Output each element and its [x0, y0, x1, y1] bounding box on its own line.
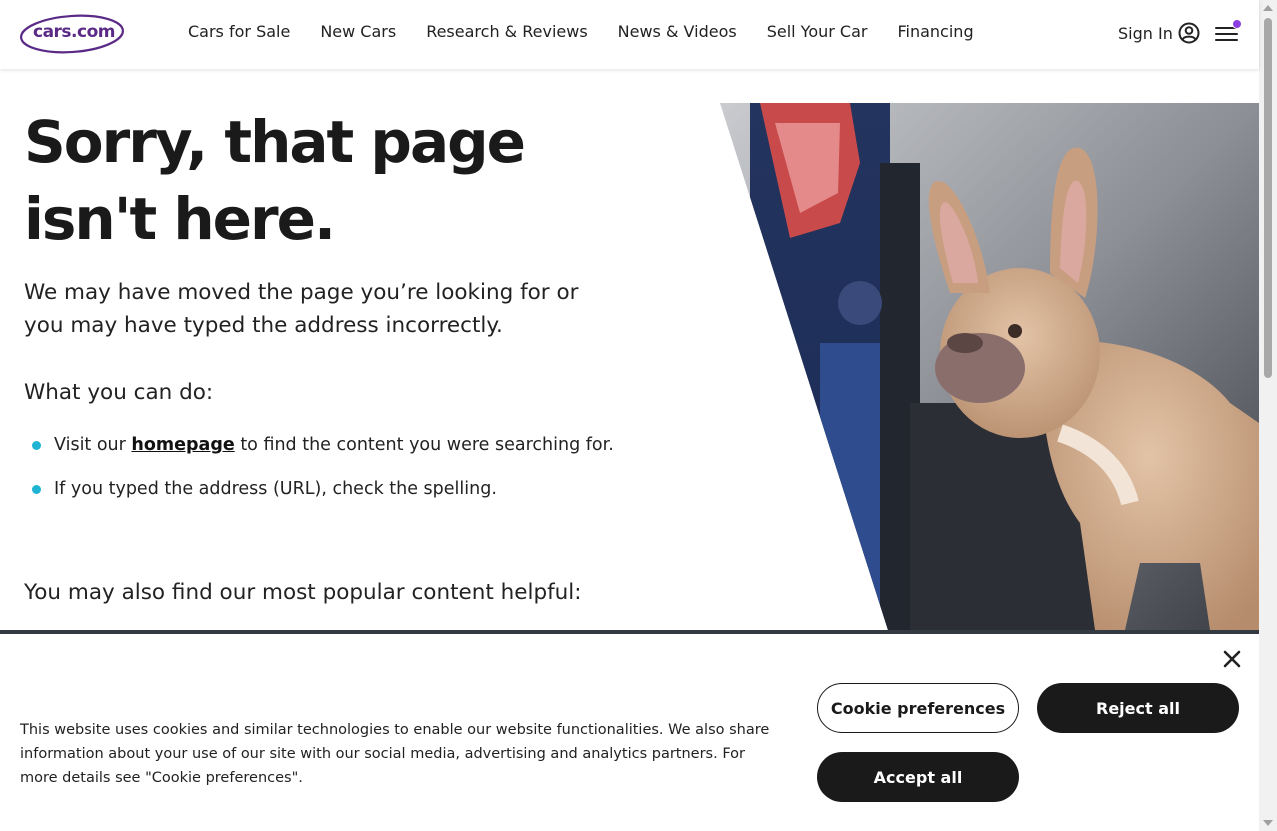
- accept-all-button[interactable]: Accept all: [817, 752, 1019, 802]
- nav-news-videos[interactable]: News & Videos: [618, 22, 737, 41]
- sign-in-label: Sign In: [1118, 23, 1173, 43]
- scrollbar-thumb[interactable]: [1264, 18, 1272, 378]
- tip-text-before: Visit our: [54, 435, 132, 455]
- page-scrollbar[interactable]: [1259, 0, 1277, 831]
- sign-in-button[interactable]: Sign In: [1118, 22, 1200, 44]
- tip-text: If you typed the address (URL), check th…: [54, 479, 497, 499]
- page-title: Sorry, that page isn't here.: [24, 104, 526, 258]
- cookie-text: This website uses cookies and similar te…: [20, 722, 770, 786]
- user-circle-icon: [1178, 22, 1200, 44]
- scroll-down-arrow-icon[interactable]: [1263, 820, 1273, 826]
- close-icon[interactable]: [1221, 648, 1243, 670]
- close-x-glyph: [1223, 650, 1241, 668]
- tips-list: Visit our homepage to find the content y…: [32, 432, 614, 520]
- dog-in-car-image: [720, 103, 1259, 630]
- cars-com-logo[interactable]: cars.com: [20, 13, 126, 57]
- nav-financing[interactable]: Financing: [897, 22, 973, 41]
- notification-dot: [1232, 19, 1242, 29]
- what-you-can-do-heading: What you can do:: [24, 380, 214, 405]
- nav-cars-for-sale[interactable]: Cars for Sale: [188, 22, 290, 41]
- nav-sell-your-car[interactable]: Sell Your Car: [767, 22, 868, 41]
- tip-text-after: to find the content you were searching f…: [234, 435, 614, 455]
- intro-text: We may have moved the page you’re lookin…: [24, 280, 579, 338]
- logo-text: cars.com: [33, 22, 115, 42]
- cookie-banner: This website uses cookies and similar te…: [0, 630, 1259, 831]
- title-line-1: Sorry, that page: [24, 108, 526, 176]
- list-item: If you typed the address (URL), check th…: [32, 476, 614, 503]
- hamburger-menu-icon[interactable]: [1215, 19, 1242, 44]
- list-item: Visit our homepage to find the content y…: [32, 432, 614, 459]
- main-nav: Cars for Sale New Cars Research & Review…: [188, 22, 974, 41]
- bullet-icon: [32, 485, 41, 494]
- menu-bar: [1215, 39, 1238, 41]
- popular-content-heading: You may also find our most popular conte…: [24, 580, 582, 605]
- menu-bar: [1215, 33, 1238, 35]
- reject-all-button[interactable]: Reject all: [1037, 683, 1239, 733]
- site-header: cars.com Cars for Sale New Cars Research…: [0, 0, 1259, 69]
- dog-in-car-photo: [720, 103, 1259, 630]
- title-line-2: isn't here.: [24, 185, 336, 253]
- bullet-icon: [32, 441, 41, 450]
- nav-research-reviews[interactable]: Research & Reviews: [426, 22, 587, 41]
- homepage-link[interactable]: homepage: [131, 435, 234, 455]
- scroll-up-arrow-icon[interactable]: [1263, 5, 1273, 11]
- nav-new-cars[interactable]: New Cars: [320, 22, 396, 41]
- cookie-preferences-button[interactable]: Cookie preferences: [817, 683, 1019, 733]
